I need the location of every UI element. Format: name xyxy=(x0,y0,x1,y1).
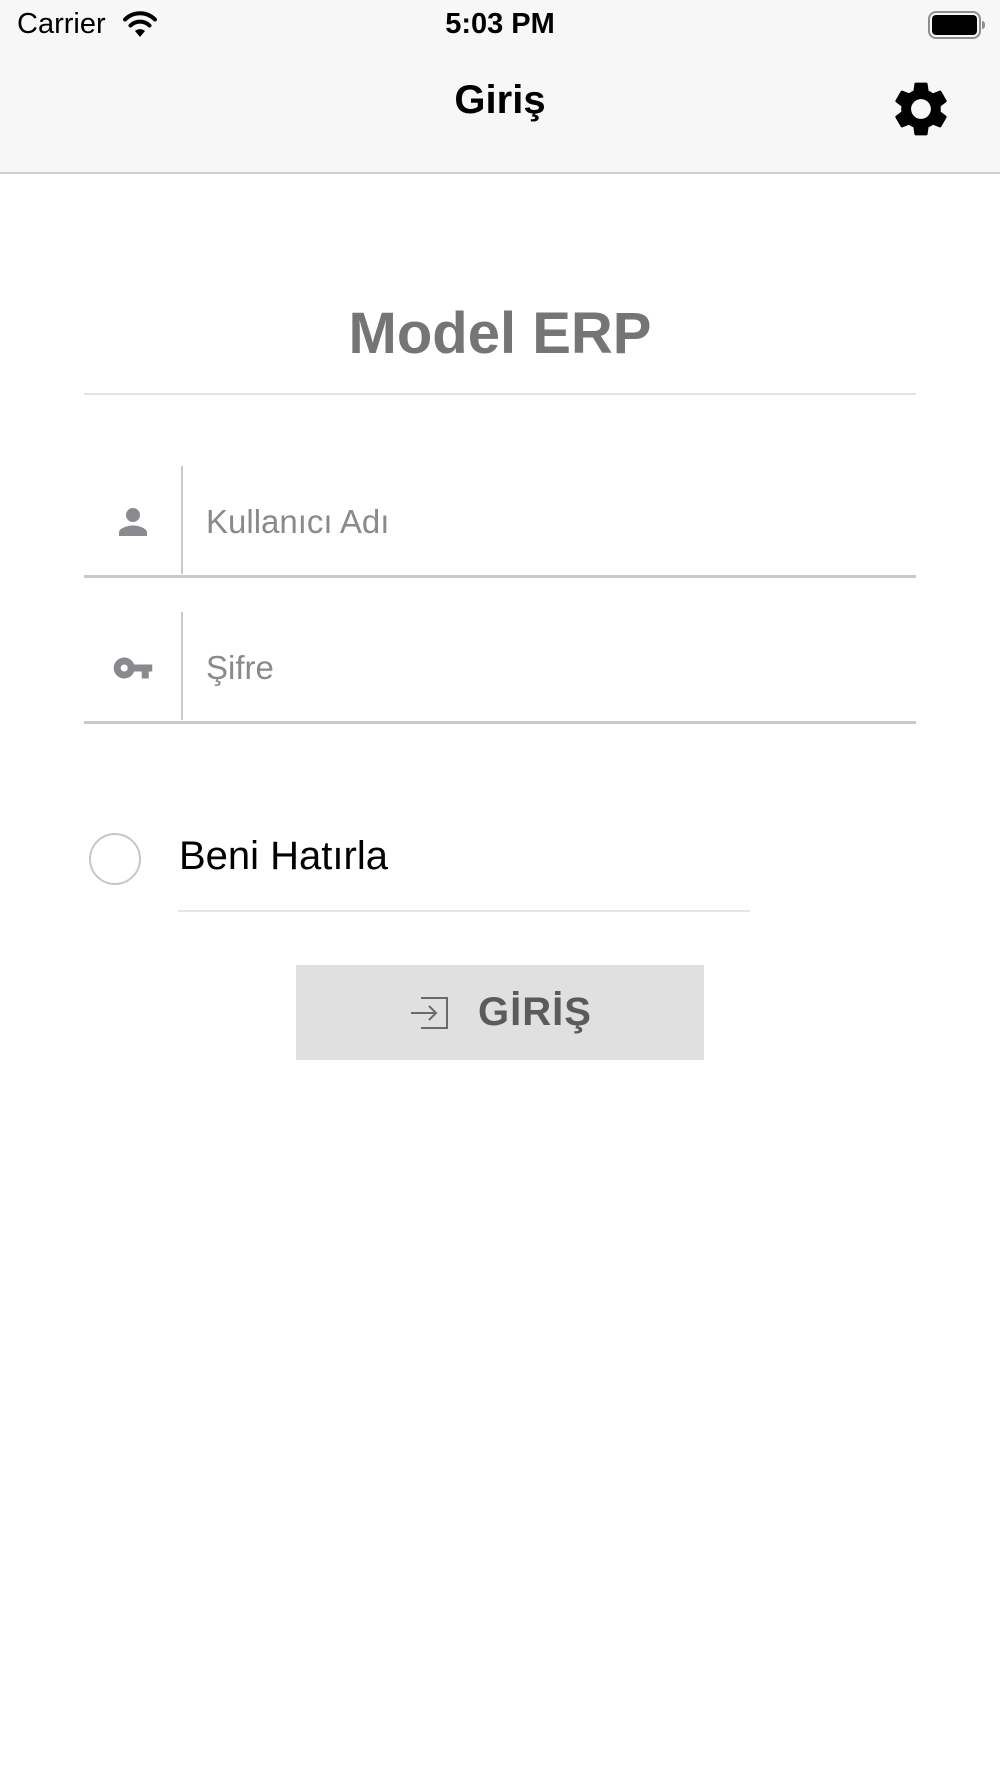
remember-me-underline xyxy=(178,910,750,912)
status-bar: Carrier 5:03 PM xyxy=(0,0,1000,52)
navigation-bar: Giriş xyxy=(0,52,1000,174)
gear-icon[interactable] xyxy=(888,76,954,142)
person-icon xyxy=(118,508,147,536)
username-input[interactable] xyxy=(206,494,896,550)
app-title: Model ERP xyxy=(348,301,652,366)
key-icon xyxy=(113,657,152,679)
login-button-label: GİRİŞ xyxy=(478,990,592,1034)
field-underline xyxy=(84,721,916,724)
title-divider xyxy=(84,393,916,395)
remember-me-radio[interactable] xyxy=(89,833,141,885)
remember-me-label[interactable]: Beni Hatırla xyxy=(179,834,388,879)
login-arrow-icon xyxy=(411,996,449,1029)
login-button[interactable]: GİRİŞ xyxy=(296,965,704,1060)
field-separator xyxy=(181,612,183,720)
password-field xyxy=(84,612,916,724)
username-field xyxy=(84,466,916,578)
field-separator xyxy=(181,466,183,574)
page-title: Giriş xyxy=(454,78,546,122)
battery-icon xyxy=(928,11,985,39)
status-time: 5:03 PM xyxy=(445,8,555,40)
password-input[interactable] xyxy=(206,640,896,696)
field-underline xyxy=(84,575,916,578)
